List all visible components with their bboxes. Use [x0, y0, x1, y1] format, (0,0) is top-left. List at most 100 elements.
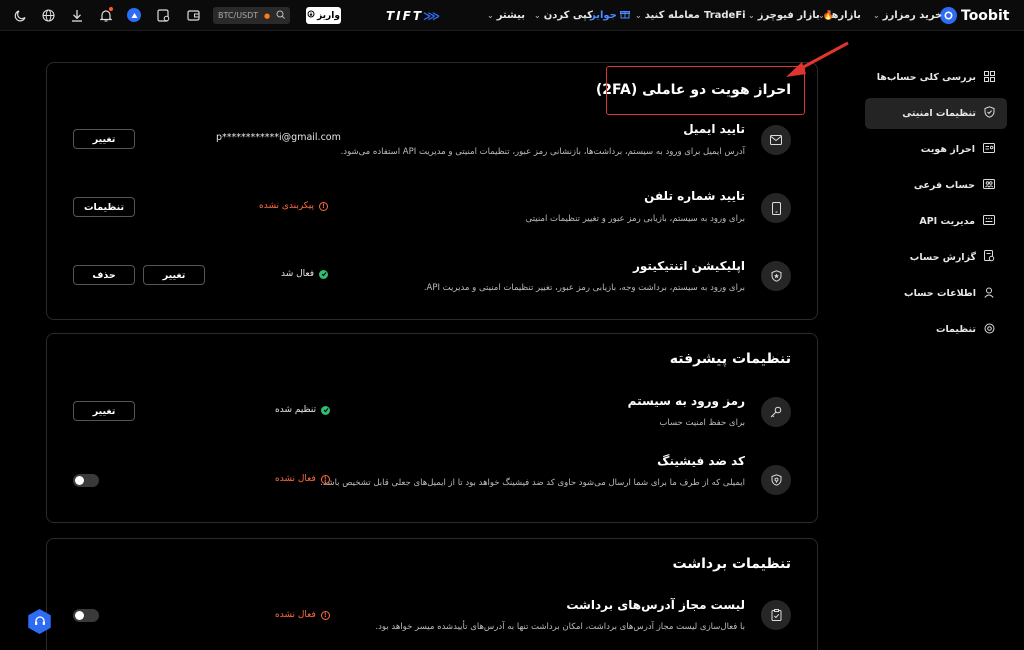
- shield-icon: [984, 106, 995, 121]
- phone-verify-title: تایید شماره تلفن: [644, 189, 745, 203]
- id-card-icon: [983, 143, 995, 156]
- brand-logo[interactable]: Toobit: [940, 0, 1009, 31]
- whitelist-status-text: فعال نشده: [275, 610, 316, 620]
- sidebar-item-settings[interactable]: تنظیمات: [865, 314, 1007, 345]
- sidebar-item-label: مدیریت API: [919, 216, 975, 227]
- phone-settings-button[interactable]: تنظیمات: [73, 197, 135, 217]
- search-input[interactable]: BTC/USDT ●: [213, 7, 290, 24]
- warning-icon: !: [318, 201, 328, 211]
- whitelist-title: لیست مجاز آدرس‌های برداشت: [566, 598, 745, 612]
- red-arrow-annotation: [786, 41, 849, 77]
- sidebar-item-kyc[interactable]: احراز هویت: [865, 134, 1007, 165]
- authenticator-desc: برای ورود به سیستم، برداشت وجه، بازیابی …: [423, 283, 745, 293]
- center-logo: TIFT⋙: [386, 0, 442, 31]
- nav-tradefi[interactable]: TradeFi: [704, 0, 746, 31]
- theme-toggle-icon[interactable]: [12, 7, 28, 23]
- sidebar-item-label: تنظیمات امنیتی: [902, 108, 976, 119]
- highlight-annotation-box: [606, 66, 805, 115]
- chevron-down-icon: ⌄: [748, 11, 755, 20]
- change-password-button[interactable]: تغییر: [73, 401, 135, 421]
- sidebar-item-label: گزارش حساب: [909, 252, 976, 263]
- withdrawal-settings-card: تنظیمات برداشت لیست مجاز آدرس‌های برداشت…: [46, 538, 818, 650]
- sidebar-item-label: تنظیمات: [935, 324, 976, 335]
- sidebar-item-security[interactable]: تنظیمات امنیتی: [865, 98, 1007, 129]
- anti-phishing-status-text: فعال نشده: [275, 474, 316, 484]
- email-verify-desc: آدرس ایمیل برای ورود به سیستم، برداشت‌ها…: [340, 147, 745, 157]
- anti-phishing-toggle[interactable]: [73, 474, 99, 487]
- advanced-settings-card: تنظیمات پیشرفته رمز ورود به سیستم برای ح…: [46, 333, 818, 523]
- sidebar-item-subaccount[interactable]: حساب فرعی: [865, 170, 1007, 201]
- orders-icon[interactable]: [155, 7, 171, 23]
- nav-futures[interactable]: 🔥 بازار فیوچرز ⌄: [745, 0, 834, 31]
- nav-rewards[interactable]: جوایز: [590, 0, 630, 31]
- anti-phishing-status: فعال نشده !: [275, 474, 330, 484]
- advanced-title: تنظیمات پیشرفته: [669, 351, 791, 367]
- brand-name: Toobit: [961, 7, 1010, 24]
- headset-icon: [34, 612, 46, 631]
- email-verify-title: تایید ایمیل: [683, 122, 745, 136]
- password-status-text: تنظیم شده: [275, 405, 317, 415]
- sidebar-item-account-overview[interactable]: بررسی کلی حساب‌ها: [865, 62, 1007, 93]
- download-icon[interactable]: [69, 7, 85, 23]
- phone-status: پیکربندی نشده !: [259, 201, 328, 211]
- nav-label: معامله کنید: [644, 10, 700, 21]
- users-icon: [983, 179, 995, 192]
- notification-bell-icon[interactable]: [98, 7, 114, 23]
- anti-phishing-title: کد ضد فیشینگ: [657, 454, 745, 468]
- email-icon: [761, 125, 791, 155]
- whitelist-toggle[interactable]: [73, 609, 99, 622]
- sidebar-item-label: بررسی کلی حساب‌ها: [876, 72, 976, 83]
- nav-more[interactable]: بیشتر ⌄: [484, 0, 525, 31]
- check-icon: [321, 405, 331, 415]
- chevron-down-icon: ⌄: [534, 11, 541, 20]
- warning-icon: !: [320, 610, 330, 620]
- email-value: p************i@gmail.com: [216, 132, 341, 143]
- search-placeholder: BTC/USDT: [218, 11, 259, 20]
- language-globe-icon[interactable]: [40, 7, 56, 23]
- authenticator-status-text: فعال شد: [281, 269, 315, 279]
- wallet-icon[interactable]: [185, 7, 201, 23]
- sidebar-item-account-report[interactable]: گزارش حساب: [865, 242, 1007, 273]
- authenticator-icon: [761, 261, 791, 291]
- key-icon: [761, 397, 791, 427]
- nav-label: TradeFi: [704, 10, 746, 21]
- delete-authenticator-button[interactable]: حذف: [73, 265, 135, 285]
- sidebar-item-label: احراز هویت: [920, 144, 975, 155]
- check-icon: [319, 269, 329, 279]
- change-email-button[interactable]: تغییر: [73, 129, 135, 149]
- toobit-logo-icon: [940, 7, 957, 24]
- sidebar-item-label: حساب فرعی: [913, 180, 975, 191]
- sidebar-item-label: اطلاعات حساب: [904, 288, 976, 299]
- phone-status-text: پیکربندی نشده: [259, 201, 314, 211]
- withdrawal-title: تنظیمات برداشت: [672, 556, 791, 572]
- sidebar-item-api[interactable]: مدیریت API: [865, 206, 1007, 237]
- deposit-icon: [307, 10, 315, 21]
- authenticator-status: فعال شد: [281, 269, 329, 279]
- anti-phishing-desc: ایمیلی که از طرف ما برای شما ارسال می‌شو…: [320, 478, 745, 488]
- tift-logo-text: TIFT: [386, 8, 424, 23]
- whitelist-icon: [761, 600, 791, 630]
- nav-label: جوایز: [590, 10, 617, 21]
- deposit-label: واریز: [317, 10, 340, 21]
- nav-trade[interactable]: معامله کنید ⌄: [632, 0, 700, 31]
- nav-buy-crypto[interactable]: خرید رمزارز ⌄: [870, 0, 942, 31]
- change-authenticator-button[interactable]: تغییر: [143, 265, 205, 285]
- api-icon: [983, 215, 995, 228]
- sidebar-item-account-info[interactable]: اطلاعات حساب: [865, 278, 1007, 309]
- fire-icon: ●: [264, 11, 271, 20]
- chevron-down-icon: ⌄: [873, 11, 880, 20]
- gear-icon: [984, 323, 995, 337]
- chevron-down-icon: ⌄: [487, 11, 494, 20]
- nav-label: کپی کردن: [543, 10, 593, 21]
- nav-copy-trading[interactable]: کپی کردن ⌄: [531, 0, 593, 31]
- login-password-title: رمز ورود به سیستم: [627, 394, 745, 408]
- nav-label: خرید رمزارز: [882, 10, 943, 21]
- fire-icon: 🔥: [822, 10, 834, 21]
- user-icon: [984, 287, 995, 301]
- top-navigation-bar: Toobit خرید رمزارز ⌄ بازارها ⌄ 🔥 بازار فیو…: [0, 0, 1024, 31]
- search-icon: [276, 10, 285, 21]
- nav-label: بازار فیوچرز: [757, 10, 820, 21]
- profile-avatar[interactable]: [126, 7, 142, 23]
- deposit-button[interactable]: واریز: [306, 7, 341, 24]
- nav-label: بیشتر: [496, 10, 526, 21]
